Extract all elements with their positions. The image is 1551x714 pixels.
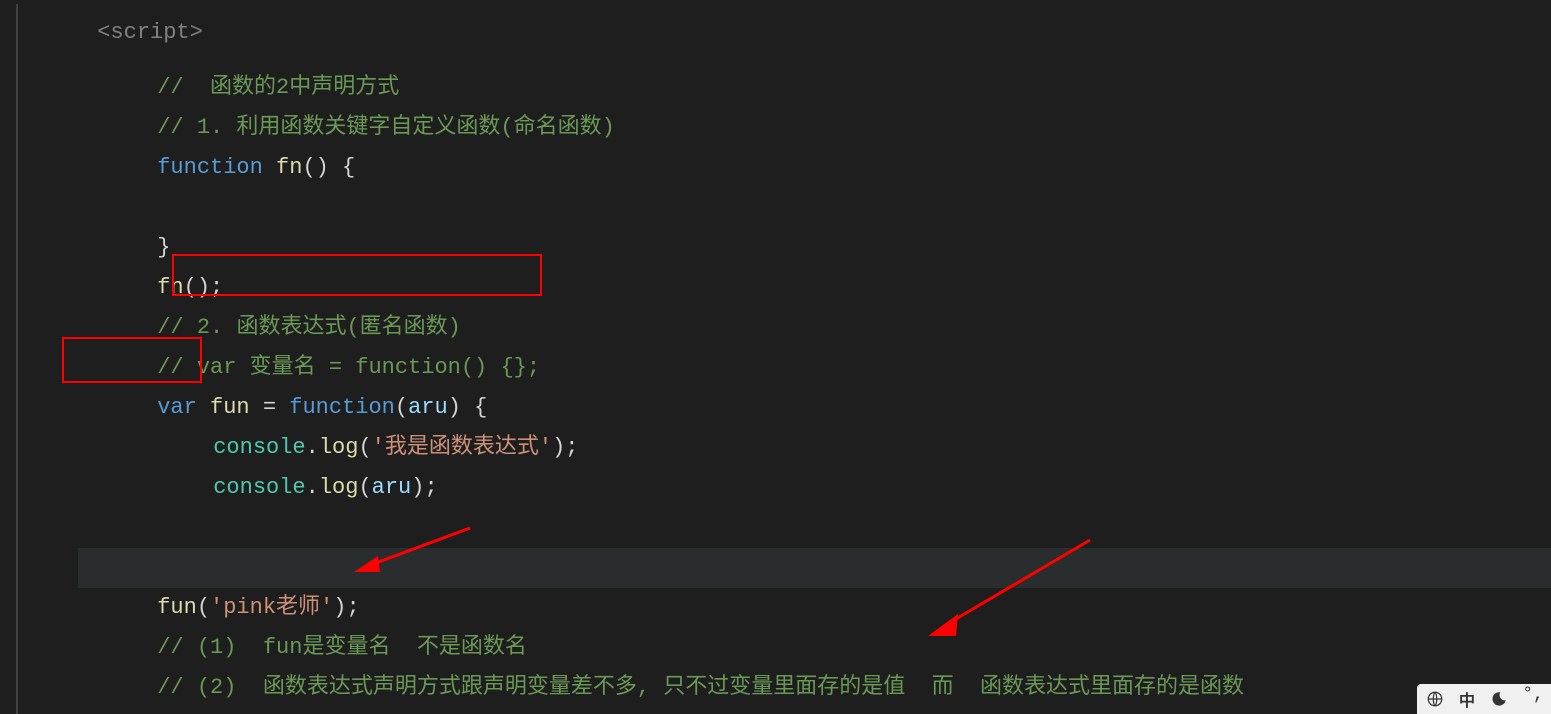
code-line-blank[interactable] [78,148,1551,188]
code-line-blank[interactable] [78,468,1551,508]
code-line[interactable]: // 函数的2中声明方式 [78,28,1551,68]
globe-icon[interactable] [1425,689,1445,709]
code-line[interactable]: function fn() { [78,108,1551,148]
code-line[interactable]: } [78,188,1551,228]
code-line[interactable]: fn(); [78,228,1551,268]
code-line[interactable]: var fun = function(aru) { [78,348,1551,388]
settings-icon[interactable]: °, [1523,685,1543,705]
code-line-current[interactable]: fun('pink老师'); [78,548,1551,588]
code-line[interactable]: console.log(aru); [78,428,1551,468]
code-line[interactable]: // (2) 函数表达式声明方式跟声明变量差不多, 只不过变量里面存的是值 而 … [78,628,1551,668]
ime-language[interactable]: 中 [1459,687,1475,711]
code-line[interactable]: } [78,508,1551,548]
moon-icon[interactable] [1489,689,1509,709]
code-lines: <script> // 函数的2中声明方式 // 1. 利用函数关键字自定义函数… [0,0,1551,708]
code-line[interactable]: // var 变量名 = function() {}; [78,308,1551,348]
code-line[interactable]: // 2. 函数表达式(匿名函数) [78,268,1551,308]
code-line[interactable]: // 1. 利用函数关键字自定义函数(命名函数) [78,68,1551,108]
ime-status-bar[interactable]: 中 °, [1417,684,1551,714]
code-line[interactable]: <script> [78,0,1551,28]
code-line[interactable]: // (3) 函数表达式也可以进行传递参数 [78,668,1551,708]
code-editor[interactable]: <script> // 函数的2中声明方式 // 1. 利用函数关键字自定义函数… [0,0,1551,714]
code-line[interactable]: console.log('我是函数表达式'); [78,388,1551,428]
code-line[interactable]: // (1) fun是变量名 不是函数名 [78,588,1551,628]
